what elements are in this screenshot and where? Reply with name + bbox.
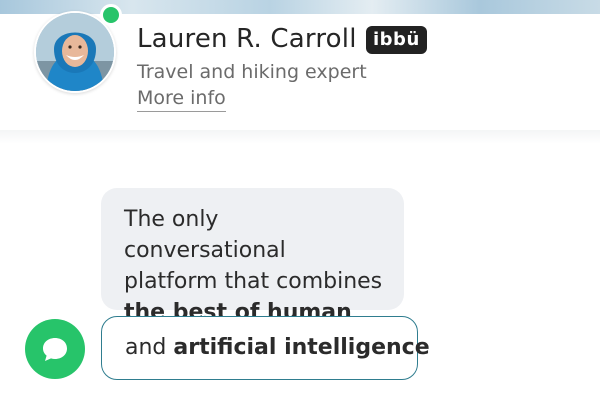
- message-text: and: [125, 335, 167, 360]
- speech-bubble-icon: [43, 338, 67, 361]
- chat-bot-avatar: [25, 319, 85, 379]
- ibbu-logo-badge: ibbü: [366, 26, 427, 54]
- agent-name: Lauren R. Carroll: [137, 24, 357, 54]
- message-bubble-2: and artificial intelligence: [101, 316, 430, 380]
- message-bubble-1: The only conversational platform that co…: [101, 188, 404, 325]
- header-divider: [0, 130, 600, 144]
- message-line: platform that combines: [124, 269, 383, 294]
- agent-header: Lauren R. Carroll ibbü Travel and hiking…: [0, 4, 600, 130]
- message-line: The only conversational: [124, 207, 286, 263]
- online-status-indicator: [100, 4, 122, 26]
- agent-role: Travel and hiking expert: [137, 61, 367, 83]
- more-info-link[interactable]: More info: [137, 87, 226, 112]
- message-text-bold: artificial intelligence: [173, 335, 430, 360]
- header-banner-image: [0, 0, 600, 14]
